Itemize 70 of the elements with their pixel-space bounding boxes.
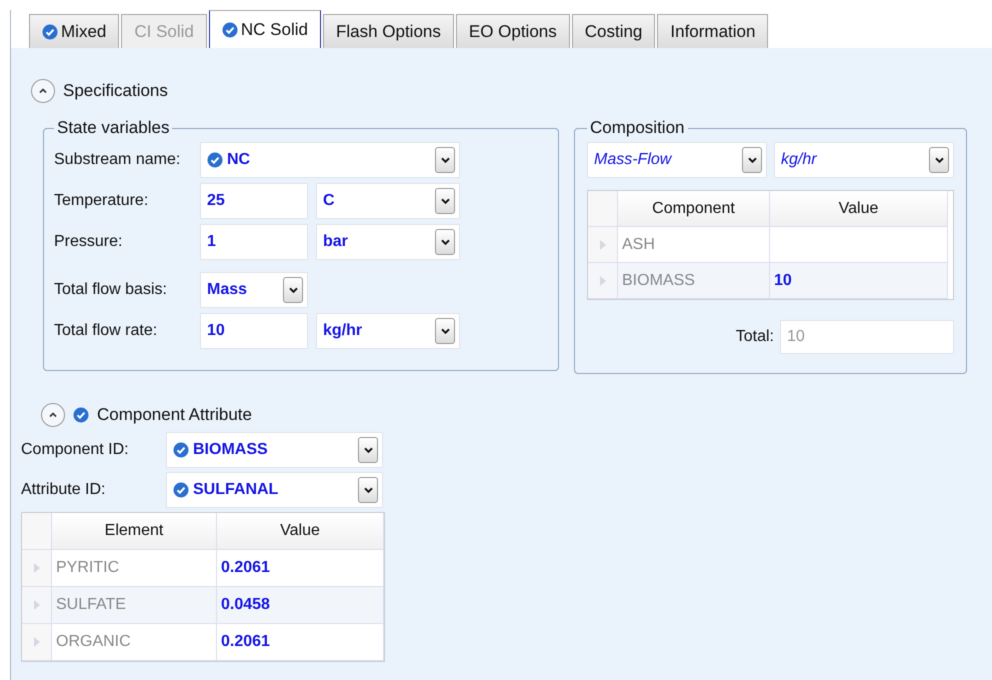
- tab[interactable]: Mixed: [29, 14, 120, 48]
- dropdown[interactable]: BIOMASS: [166, 432, 383, 468]
- caret-icon: [440, 198, 450, 204]
- dropdown[interactable]: C: [316, 183, 460, 219]
- dropdown-arrow-button[interactable]: [283, 277, 303, 303]
- tab[interactable]: Flash Options: [322, 14, 454, 48]
- tab[interactable]: EO Options: [456, 14, 570, 48]
- field-label: Total flow basis:: [54, 281, 168, 299]
- field-label: Total:: [736, 328, 774, 346]
- tab[interactable]: Costing: [572, 14, 656, 48]
- field-label: Pressure:: [54, 233, 124, 251]
- dropdown-arrow-button[interactable]: [742, 147, 762, 173]
- dropdown[interactable]: Mass: [200, 272, 308, 308]
- check-icon: [42, 24, 58, 40]
- caret-icon: [288, 286, 298, 294]
- input-field[interactable]: 25: [200, 183, 308, 219]
- column-header: Element: [52, 513, 217, 550]
- caret-icon: [364, 446, 372, 454]
- table-cell: 10: [770, 263, 948, 299]
- field-label: Total flow rate:: [54, 322, 158, 340]
- dropdown-arrow-button[interactable]: [435, 229, 455, 255]
- dropdown[interactable]: SULFANAL: [166, 472, 383, 508]
- column-header: Value: [770, 191, 948, 227]
- dropdown-arrow-button[interactable]: [358, 477, 378, 503]
- dropdown[interactable]: kg/hr: [774, 142, 954, 178]
- collapse-button[interactable]: [41, 403, 65, 427]
- caret-icon: [748, 156, 756, 164]
- tab[interactable]: Information: [657, 14, 768, 48]
- caret-icon: [440, 238, 450, 246]
- section-title: Component Attribute: [97, 405, 252, 425]
- caret-icon: [934, 156, 944, 164]
- dropdown[interactable]: NC: [200, 142, 460, 178]
- field-label: Component ID:: [21, 441, 130, 459]
- dropdown-arrow-button[interactable]: [358, 437, 378, 463]
- total-field: 10: [780, 320, 954, 354]
- caret-icon: [364, 486, 372, 494]
- triangle-icon: [600, 276, 606, 286]
- triangle-icon: [34, 563, 40, 573]
- table-cell: 0.0458: [217, 587, 384, 624]
- field-label: Attribute ID:: [21, 481, 106, 499]
- dropdown-arrow-button[interactable]: [435, 188, 455, 214]
- dropdown[interactable]: kg/hr: [316, 313, 460, 349]
- caret-icon: [440, 328, 450, 334]
- table-cell: SULFATE: [52, 587, 217, 624]
- input-field[interactable]: 1: [200, 224, 308, 260]
- tab[interactable]: NC Solid: [208, 10, 321, 48]
- group-title: State variables: [56, 118, 170, 138]
- dropdown-arrow-button[interactable]: [435, 318, 455, 344]
- triangle-icon: [600, 240, 606, 250]
- group-title: Composition: [589, 118, 686, 138]
- check-icon: [222, 22, 238, 38]
- field-label: Temperature:: [54, 192, 150, 210]
- triangle-icon: [34, 600, 40, 610]
- dropdown[interactable]: Mass-Flow: [587, 142, 767, 178]
- caret-icon: [440, 156, 450, 164]
- table-cell: 0.2061: [217, 624, 384, 661]
- table-cell: BIOMASS: [618, 263, 770, 299]
- chevron-icon: [48, 410, 58, 420]
- dropdown-arrow-button[interactable]: [435, 147, 455, 173]
- table-cell: ORGANIC: [52, 624, 217, 661]
- collapse-button[interactable]: [31, 79, 55, 103]
- column-header: Component: [618, 191, 770, 227]
- chevron-icon: [38, 86, 48, 96]
- dropdown[interactable]: bar: [316, 224, 460, 260]
- field-label: Substream name:: [54, 151, 182, 169]
- input-field[interactable]: 10: [200, 313, 308, 349]
- section-title: Specifications: [63, 81, 168, 101]
- dropdown-arrow-button[interactable]: [929, 147, 949, 173]
- column-header: Value: [217, 513, 384, 550]
- triangle-icon: [34, 637, 40, 647]
